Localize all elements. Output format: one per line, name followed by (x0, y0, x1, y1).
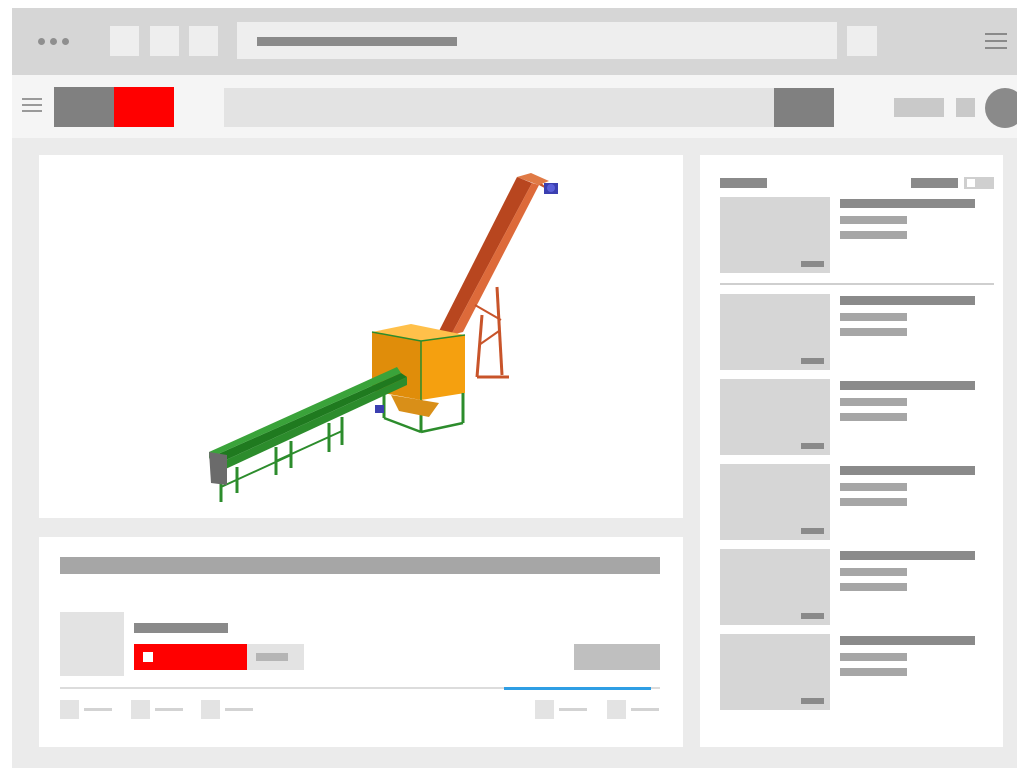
meta-item-more[interactable] (607, 700, 659, 719)
address-bar[interactable] (237, 22, 837, 59)
video-player[interactable] (39, 155, 683, 518)
channel-avatar[interactable] (60, 612, 124, 676)
view-count (840, 413, 907, 421)
forward-button[interactable] (150, 26, 179, 56)
window-dots-icon[interactable] (38, 38, 69, 45)
video-title[interactable] (840, 466, 975, 475)
view-count (840, 668, 907, 676)
conveyor-machine-render (209, 173, 558, 502)
meta-item-save[interactable] (535, 700, 587, 719)
share-button[interactable] (574, 644, 660, 670)
duration-badge (801, 443, 824, 449)
avatar[interactable] (985, 88, 1017, 128)
back-button[interactable] (110, 26, 139, 56)
hopper-front (421, 335, 465, 400)
list-item[interactable] (720, 549, 994, 625)
subscriber-count (247, 644, 304, 670)
upload-button[interactable] (894, 98, 944, 117)
channel-name (840, 216, 907, 224)
duration-badge (801, 613, 824, 619)
duration-badge (801, 358, 824, 364)
list-item[interactable] (720, 464, 994, 540)
channel-name (840, 653, 907, 661)
list-item[interactable] (720, 294, 994, 370)
list-item[interactable] (720, 634, 994, 710)
video-title[interactable] (840, 551, 975, 560)
video-title[interactable] (840, 199, 975, 208)
meta-item-views[interactable] (60, 700, 112, 719)
subscribe-button[interactable] (134, 644, 247, 670)
list-item[interactable] (720, 379, 994, 455)
conveyor-top (209, 367, 401, 458)
reload-button[interactable] (189, 26, 218, 56)
meta-item-likes[interactable] (131, 700, 183, 719)
channel-name (840, 568, 907, 576)
up-next-heading (720, 178, 767, 188)
video-title[interactable] (840, 636, 975, 645)
sidebar-divider (720, 283, 994, 285)
hamburger-icon[interactable] (22, 98, 42, 112)
video-title[interactable] (840, 381, 975, 390)
video-title (60, 557, 660, 574)
site-logo[interactable] (54, 87, 174, 127)
search-button[interactable] (774, 88, 834, 127)
subscribe-icon (143, 652, 153, 662)
duration-badge (801, 698, 824, 704)
notifications-button[interactable] (956, 98, 975, 117)
video-info-panel (39, 537, 683, 747)
conveyor-end (209, 452, 227, 485)
meta-item-dislikes[interactable] (201, 700, 253, 719)
view-count (840, 231, 907, 239)
conveyor-side (209, 373, 407, 465)
url-text (257, 37, 457, 46)
channel-name[interactable] (134, 623, 228, 633)
autoplay-label (911, 178, 958, 188)
browser-menu-icon[interactable] (985, 33, 1007, 49)
duration-badge (801, 261, 824, 267)
bookmark-button[interactable] (847, 26, 877, 56)
duration-badge (801, 528, 824, 534)
view-count (840, 498, 907, 506)
recommendations-sidebar (700, 155, 1003, 747)
search-input[interactable] (224, 88, 774, 127)
channel-name (840, 398, 907, 406)
elevator-face (451, 183, 539, 335)
autoplay-toggle[interactable] (964, 177, 994, 189)
view-count (840, 328, 907, 336)
list-item[interactable] (720, 197, 994, 273)
like-ratio-bar (504, 687, 651, 690)
video-title[interactable] (840, 296, 975, 305)
view-count (840, 583, 907, 591)
channel-name (840, 483, 907, 491)
channel-name (840, 313, 907, 321)
